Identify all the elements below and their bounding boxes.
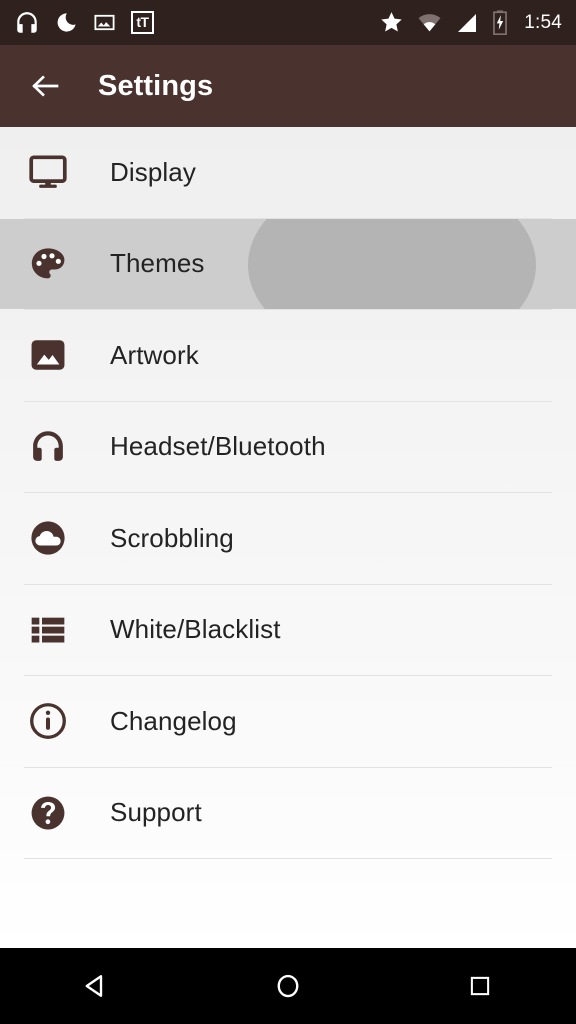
settings-row-changelog[interactable]: Changelog (0, 676, 576, 767)
phone-screen: tT 1:54 Settings Display Themes Artwork … (0, 0, 576, 1024)
settings-row-support[interactable]: Support (0, 768, 576, 859)
app-toolbar: Settings (0, 45, 576, 127)
cloud-icon (24, 514, 72, 562)
status-bar-clock: 1:54 (524, 11, 562, 33)
status-bar-left-icons: tT (14, 10, 154, 36)
status-bar-right-icons: 1:54 (379, 10, 562, 35)
recents-nav-button[interactable] (440, 948, 520, 1024)
back-nav-button[interactable] (56, 948, 136, 1024)
system-nav-bar (0, 948, 576, 1024)
image-icon (94, 14, 115, 31)
settings-row-white-blacklist[interactable]: White/Blacklist (0, 585, 576, 676)
monitor-icon (24, 148, 72, 196)
page-title: Settings (98, 69, 214, 102)
settings-row-themes[interactable]: Themes (0, 218, 576, 309)
settings-row-label: Headset/Bluetooth (110, 431, 326, 462)
settings-row-display[interactable]: Display (0, 127, 576, 218)
settings-list[interactable]: Display Themes Artwork Headset/Bluetooth… (0, 127, 576, 948)
settings-row-label: Scrobbling (110, 522, 234, 553)
cellular-signal-icon (458, 13, 477, 32)
do-not-disturb-moon-icon (57, 13, 76, 32)
palette-icon (24, 240, 72, 288)
settings-row-label: Themes (110, 248, 205, 279)
row-divider (24, 858, 552, 859)
settings-row-label: Display (110, 156, 196, 187)
settings-row-headset-bluetooth[interactable]: Headset/Bluetooth (0, 402, 576, 493)
question-circle-icon (24, 789, 72, 837)
settings-row-artwork[interactable]: Artwork (0, 310, 576, 401)
settings-row-label: Artwork (110, 339, 199, 370)
star-icon (381, 12, 402, 32)
status-bar: tT 1:54 (0, 0, 576, 45)
text-tt-icon: tT (131, 11, 154, 34)
touch-ripple (248, 218, 536, 309)
battery-charging-icon (493, 10, 508, 35)
headphones-icon (17, 11, 37, 33)
settings-row-label: White/Blacklist (110, 614, 281, 645)
info-circle-icon (24, 697, 72, 745)
settings-row-scrobbling[interactable]: Scrobbling (0, 493, 576, 584)
headphones-icon (24, 423, 72, 471)
home-nav-button[interactable] (248, 948, 328, 1024)
back-arrow-icon[interactable] (28, 69, 62, 103)
wifi-icon (418, 14, 441, 32)
settings-row-label: Support (110, 797, 202, 828)
picture-icon (24, 331, 72, 379)
list-icon (24, 606, 72, 654)
settings-row-label: Changelog (110, 705, 237, 736)
